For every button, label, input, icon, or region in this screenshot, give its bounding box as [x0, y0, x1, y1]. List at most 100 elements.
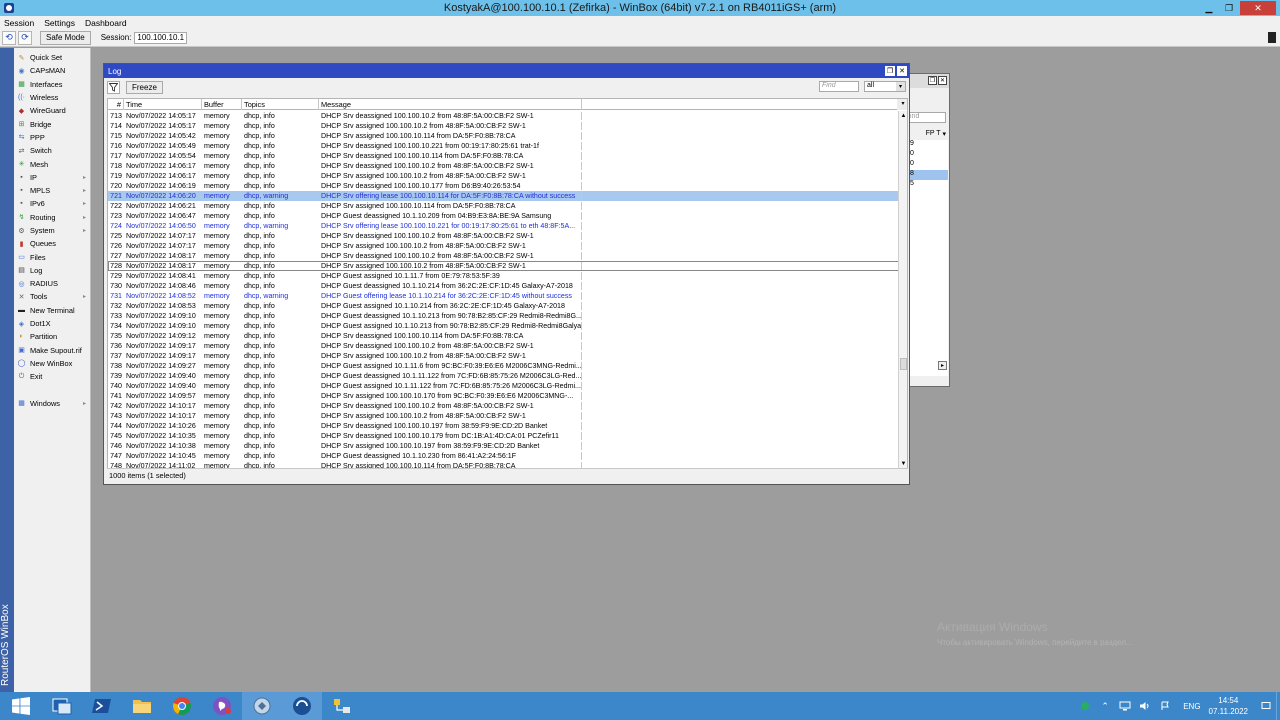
redo-icon[interactable]: ⟳	[18, 30, 32, 45]
notifications-icon[interactable]	[1259, 699, 1273, 713]
log-row[interactable]: 731 Nov/07/2022 14:08:52 memory dhcp, warni…	[108, 291, 900, 301]
log-row[interactable]: 728 Nov/07/2022 14:08:17 memory dhcp, info D…	[108, 261, 900, 271]
column-header-number[interactable]: #	[108, 99, 124, 110]
log-row[interactable]: 726 Nov/07/2022 14:07:17 memory dhcp, info D…	[108, 241, 900, 251]
log-row[interactable]: 736 Nov/07/2022 14:09:17 memory dhcp, info D…	[108, 341, 900, 351]
sidebar-item-capsman[interactable]: ◉ CAPsMAN	[14, 64, 90, 77]
sidebar-item-windows[interactable]: ▦ Windows ▸	[14, 396, 90, 409]
background-list-cell[interactable]: 9	[908, 140, 948, 150]
sidebar-item-ppp[interactable]: ⇆ PPP	[14, 131, 90, 144]
sidebar-item-mesh[interactable]: ✳ Mesh	[14, 157, 90, 170]
log-row[interactable]: 727 Nov/07/2022 14:08:17 memory dhcp, info D…	[108, 251, 900, 261]
log-row[interactable]: 742 Nov/07/2022 14:10:17 memory dhcp, info D…	[108, 401, 900, 411]
log-row[interactable]: 724 Nov/07/2022 14:06:50 memory dhcp, warni…	[108, 221, 900, 231]
log-row[interactable]: 738 Nov/07/2022 14:09:27 memory dhcp, info D…	[108, 361, 900, 371]
close-button[interactable]: ✕	[1240, 1, 1276, 15]
log-row[interactable]: 717 Nov/07/2022 14:05:54 memory dhcp, info D…	[108, 151, 900, 161]
scroll-thumb[interactable]	[900, 358, 907, 370]
log-row[interactable]: 725 Nov/07/2022 14:07:17 memory dhcp, info D…	[108, 231, 900, 241]
undo-icon[interactable]: ⟲	[2, 30, 16, 45]
sidebar-item-routing[interactable]: ↯ Routing ▸	[14, 211, 90, 224]
log-row[interactable]: 744 Nov/07/2022 14:10:26 memory dhcp, info D…	[108, 421, 900, 431]
safe-mode-button[interactable]: Safe Mode	[40, 30, 91, 45]
log-row[interactable]: 713 Nov/07/2022 14:05:17 memory dhcp, info D…	[108, 111, 900, 121]
taskbar-anydesk-icon[interactable]	[282, 692, 322, 720]
sidebar-item-new-terminal[interactable]: ▬ New Terminal	[14, 304, 90, 317]
log-row[interactable]: 740 Nov/07/2022 14:09:40 memory dhcp, info D…	[108, 381, 900, 391]
network-tray-icon[interactable]	[1118, 699, 1132, 713]
background-maximize-icon[interactable]: ❐	[928, 76, 937, 85]
sidebar-item-files[interactable]: ▭ Files	[14, 250, 90, 263]
column-header-buffer[interactable]: Buffer	[202, 99, 242, 110]
log-row[interactable]: 739 Nov/07/2022 14:09:40 memory dhcp, info D…	[108, 371, 900, 381]
log-filter-select[interactable]: all ▾	[864, 81, 906, 92]
background-list-cell[interactable]: 8	[908, 170, 948, 180]
session-field[interactable]: 100.100.10.1	[134, 31, 188, 44]
background-find-field[interactable]: ind	[908, 112, 946, 123]
menu-dashboard[interactable]: Dashboard	[85, 18, 127, 28]
sidebar-item-interfaces[interactable]: ▦ Interfaces	[14, 78, 90, 91]
sidebar-item-mpls[interactable]: ▪ MPLS ▸	[14, 184, 90, 197]
background-close-icon[interactable]: ✕	[938, 76, 947, 85]
tray-app-icon[interactable]	[1078, 699, 1092, 713]
log-row[interactable]: 734 Nov/07/2022 14:09:10 memory dhcp, info D…	[108, 321, 900, 331]
sidebar-item-log[interactable]: ▤ Log	[14, 264, 90, 277]
column-header-message[interactable]: Message	[319, 99, 582, 110]
menu-settings[interactable]: Settings	[44, 18, 75, 28]
sidebar-item-ip[interactable]: ▪ IP ▸	[14, 171, 90, 184]
log-row[interactable]: 718 Nov/07/2022 14:06:17 memory dhcp, info D…	[108, 161, 900, 171]
sidebar-item-ipv6[interactable]: ▪ IPv6 ▸	[14, 197, 90, 210]
filter-icon[interactable]	[107, 81, 120, 94]
column-header-time[interactable]: Time	[124, 99, 202, 110]
menu-session[interactable]: Session	[4, 18, 34, 28]
log-row[interactable]: 743 Nov/07/2022 14:10:17 memory dhcp, info D…	[108, 411, 900, 421]
log-row[interactable]: 716 Nov/07/2022 14:05:49 memory dhcp, info D…	[108, 141, 900, 151]
log-row[interactable]: 741 Nov/07/2022 14:09:57 memory dhcp, info D…	[108, 391, 900, 401]
log-row[interactable]: 720 Nov/07/2022 14:06:19 memory dhcp, info D…	[108, 181, 900, 191]
sidebar-item-new-winbox[interactable]: ◯ New WinBox	[14, 357, 90, 370]
scroll-up-icon[interactable]: ▲	[899, 111, 907, 120]
background-list-cell[interactable]: 0	[908, 160, 948, 170]
log-close-icon[interactable]: ✕	[897, 66, 907, 76]
taskbar-viber-icon[interactable]	[202, 692, 242, 720]
log-row[interactable]: 715 Nov/07/2022 14:05:42 memory dhcp, info D…	[108, 131, 900, 141]
columns-menu-icon[interactable]: ▾	[897, 99, 907, 110]
sidebar-item-radius[interactable]: ◎ RADIUS	[14, 277, 90, 290]
maximize-button[interactable]: ❐	[1220, 1, 1238, 15]
log-row[interactable]: 714 Nov/07/2022 14:05:17 memory dhcp, info D…	[108, 121, 900, 131]
background-list-cell[interactable]: 0	[908, 150, 948, 160]
sidebar-item-system[interactable]: ⚙ System ▸	[14, 224, 90, 237]
log-find-input[interactable]: Find	[819, 81, 859, 92]
sidebar-item-dot1x[interactable]: ◈ Dot1X	[14, 317, 90, 330]
log-row[interactable]: 746 Nov/07/2022 14:10:38 memory dhcp, info D…	[108, 441, 900, 451]
sidebar-item-tools[interactable]: ✕ Tools ▸	[14, 290, 90, 303]
sidebar-item-queues[interactable]: ▮ Queues	[14, 237, 90, 250]
log-scrollbar[interactable]: ▲ ▼	[898, 111, 907, 468]
sidebar-item-bridge[interactable]: ⊞ Bridge	[14, 117, 90, 130]
scroll-down-icon[interactable]: ▼	[899, 459, 907, 468]
log-row[interactable]: 719 Nov/07/2022 14:06:17 memory dhcp, info D…	[108, 171, 900, 181]
log-row[interactable]: 735 Nov/07/2022 14:09:12 memory dhcp, info D…	[108, 331, 900, 341]
sidebar-item-partition[interactable]: ◐ Partition	[14, 330, 90, 343]
sidebar-item-switch[interactable]: ⇄ Switch	[14, 144, 90, 157]
background-list-cell[interactable]: 5	[908, 180, 948, 190]
log-row[interactable]: 730 Nov/07/2022 14:08:46 memory dhcp, info D…	[108, 281, 900, 291]
column-header-topics[interactable]: Topics	[242, 99, 319, 110]
sidebar-item-quick-set[interactable]: ✎ Quick Set	[14, 51, 90, 64]
taskbar-server-manager-icon[interactable]	[42, 692, 82, 720]
taskbar-winbox-icon[interactable]	[242, 692, 282, 720]
log-row[interactable]: 737 Nov/07/2022 14:09:17 memory dhcp, info D…	[108, 351, 900, 361]
input-language[interactable]: ENG	[1183, 702, 1200, 711]
log-maximize-icon[interactable]: ❐	[885, 66, 895, 76]
log-row[interactable]: 729 Nov/07/2022 14:08:41 memory dhcp, info D…	[108, 271, 900, 281]
clock[interactable]: 14:54 07.11.2022	[1209, 695, 1248, 717]
log-row[interactable]: 745 Nov/07/2022 14:10:35 memory dhcp, info D…	[108, 431, 900, 441]
sidebar-item-make-supout-rif[interactable]: ▣ Make Supout.rif	[14, 344, 90, 357]
taskbar-network-tool-icon[interactable]	[322, 692, 362, 720]
volume-icon[interactable]	[1138, 699, 1152, 713]
show-hidden-icons-icon[interactable]: ⌃	[1098, 699, 1112, 713]
sidebar-item-wireguard[interactable]: ◆ WireGuard	[14, 104, 90, 117]
log-row[interactable]: 721 Nov/07/2022 14:06:20 memory dhcp, warni…	[108, 191, 900, 201]
start-button[interactable]	[0, 692, 42, 720]
sidebar-item-wireless[interactable]: ((· Wireless	[14, 91, 90, 104]
